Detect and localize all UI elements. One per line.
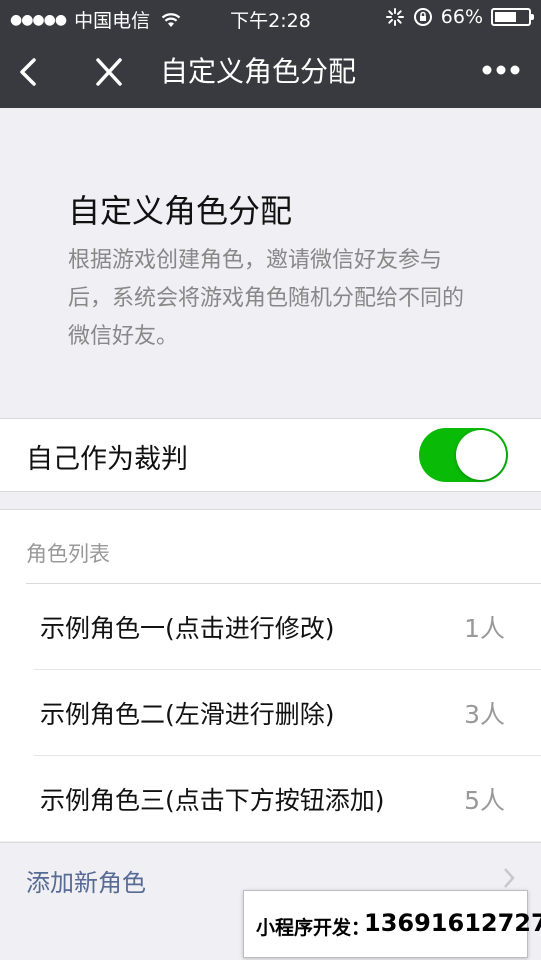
role-list-section: 角色列表 示例角色一(点击进行修改) 1人 示例角色二(左滑进行删除) 3人 示… xyxy=(0,509,541,841)
status-bar: ●●●●● 中国电信 下午2:28 66% xyxy=(0,0,541,36)
contact-label: 小程序开发： xyxy=(256,917,371,939)
referee-label: 自己作为裁判 xyxy=(26,444,188,475)
role-count: 1人 xyxy=(464,614,505,643)
back-chevron-icon[interactable] xyxy=(16,54,42,90)
role-name: 示例角色一(点击进行修改) xyxy=(40,614,335,643)
orientation-lock-icon xyxy=(413,8,432,26)
role-name: 示例角色三(点击下方按钮添加) xyxy=(40,786,385,815)
contact-overlay: 小程序开发： 13691612727 xyxy=(243,890,541,958)
intro-section: 自定义角色分配 根据游戏创建角色，邀请微信好友参与后，系统会将游戏角色随机分配给… xyxy=(0,108,541,418)
nav-title: 自定义角色分配 xyxy=(160,55,357,88)
role-list-item[interactable]: 示例角色二(左滑进行删除) 3人 xyxy=(34,670,541,756)
battery-fill xyxy=(495,12,516,22)
battery-percent: 66% xyxy=(440,6,483,28)
role-list-header: 角色列表 xyxy=(26,542,110,566)
referee-toggle[interactable] xyxy=(419,428,508,482)
page-title: 自定义角色分配 xyxy=(68,192,293,230)
contact-number: 13691612727 xyxy=(364,909,541,937)
nav-bar: 自定义角色分配 xyxy=(0,36,541,108)
role-list-item[interactable]: 示例角色一(点击进行修改) 1人 xyxy=(34,584,541,670)
status-right: 66% xyxy=(385,6,534,28)
role-count: 5人 xyxy=(464,786,505,815)
chevron-right-icon xyxy=(504,868,515,888)
page-description: 根据游戏创建角色，邀请微信好友参与后，系统会将游戏角色随机分配给不同的微信好友。 xyxy=(68,248,465,349)
referee-setting-row: 自己作为裁判 xyxy=(0,418,541,492)
close-icon[interactable] xyxy=(92,54,126,90)
activity-spinner-icon xyxy=(385,8,404,26)
battery-icon xyxy=(491,8,534,26)
toggle-knob xyxy=(456,430,506,480)
add-role-label: 添加新角色 xyxy=(26,869,146,897)
more-icon[interactable] xyxy=(481,62,521,78)
role-count: 3人 xyxy=(464,700,505,729)
role-name: 示例角色二(左滑进行删除) xyxy=(40,700,335,729)
role-list-item[interactable]: 示例角色三(点击下方按钮添加) 5人 xyxy=(34,756,541,842)
